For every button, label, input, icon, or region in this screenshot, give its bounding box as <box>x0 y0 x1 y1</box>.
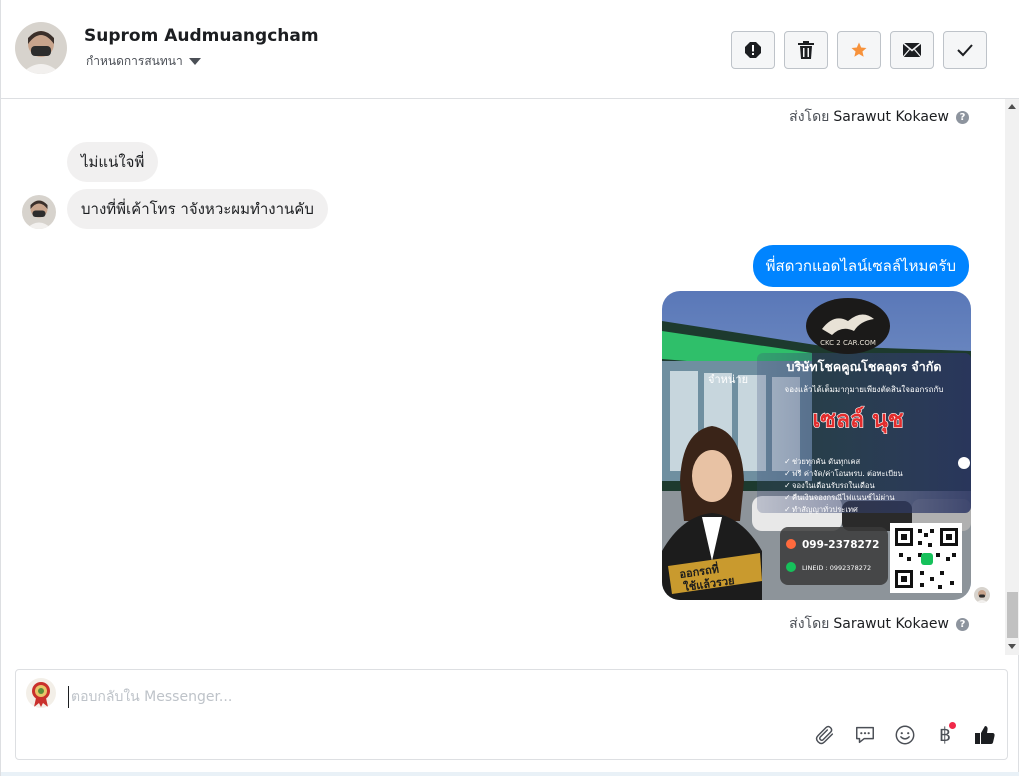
card-phone: 099-2378272 <box>802 539 879 551</box>
trash-icon <box>798 41 814 59</box>
attach-button[interactable] <box>813 723 837 747</box>
smiley-icon <box>895 725 915 745</box>
bottom-strip <box>1 772 1019 776</box>
thread-actions <box>731 31 987 69</box>
svg-text:✓: ✓ <box>784 457 791 466</box>
question-icon[interactable]: ? <box>956 617 969 631</box>
page-avatar <box>26 678 56 708</box>
star-icon <box>851 42 867 57</box>
messenger-inbox-thread: Suprom Audmuangcham กำหนดการสนทนา ส่งโดย… <box>0 0 1019 776</box>
sent-by-label-top: ส่งโดย Sarawut Kokaew ? <box>789 106 969 128</box>
like-button[interactable] <box>973 723 997 747</box>
scroll-up-arrow-icon[interactable] <box>1008 104 1016 109</box>
reply-composer: ฿ <box>15 669 1008 760</box>
delete-button[interactable] <box>784 31 828 69</box>
mark-unread-button[interactable] <box>890 31 934 69</box>
incoming-message[interactable]: ไม่แน่ใจพี่ <box>67 142 159 182</box>
contact-name[interactable]: Suprom Audmuangcham <box>84 26 319 46</box>
emoji-button[interactable] <box>893 723 917 747</box>
card-bullet: ฟรี ค่าจัด/ค่าโอนพรบ. ต่อทะเบียน <box>792 469 903 478</box>
sender-name: Sarawut Kokaew <box>833 616 949 632</box>
scrollbar-thumb[interactable] <box>1007 592 1018 638</box>
sent-by-prefix: ส่งโดย <box>789 109 830 125</box>
check-icon <box>957 44 973 57</box>
thread-scrollbar[interactable] <box>1005 99 1019 655</box>
paperclip-icon <box>815 725 834 745</box>
sender-name: Sarawut Kokaew <box>833 109 949 125</box>
star-button[interactable] <box>837 31 881 69</box>
card-logo-text: CKC 2 CAR.COM <box>820 339 876 347</box>
conversation-settings-label: กำหนดการสนทนา <box>86 54 183 68</box>
card-bullet: ทำสัญญาทั่วประเทศ <box>792 504 858 514</box>
envelope-icon <box>903 43 921 57</box>
contact-avatar[interactable] <box>15 22 67 74</box>
conversation-settings-dropdown[interactable]: กำหนดการสนทนา <box>86 52 201 71</box>
card-tagline: จองแล้วได้เต็มมากุมายเพียงตัดสินใจออกรถก… <box>785 384 944 394</box>
svg-text:✓: ✓ <box>784 505 791 514</box>
svg-text:✓: ✓ <box>784 481 791 490</box>
report-button[interactable] <box>731 31 775 69</box>
card-sales-name: เซลล์ นุช <box>812 406 903 434</box>
card-company: บริษัทโชคคูณโชคอุดร จำกัด <box>787 359 942 375</box>
thread-header: Suprom Audmuangcham กำหนดการสนทนา <box>1 0 1019 99</box>
outgoing-message[interactable]: พี่สดวกแอดไลน์เซลล์ไหมครับ <box>752 245 969 287</box>
contact-avatar-small[interactable] <box>22 195 56 229</box>
sales-card-image[interactable]: CKC 2 CAR.COM จำหน่าย บริษัทโชคคูณโชคอุด… <box>662 291 971 600</box>
composer-tools: ฿ <box>813 722 997 747</box>
card-line-id: LINEID : 0992378272 <box>802 564 871 572</box>
saved-replies-button[interactable] <box>853 723 877 747</box>
thumbs-up-icon <box>975 726 995 744</box>
mark-done-button[interactable] <box>943 31 987 69</box>
seen-by-avatar <box>974 587 990 603</box>
sent-by-label-bottom: ส่งโดย Sarawut Kokaew ? <box>789 613 969 635</box>
notification-dot <box>949 722 956 729</box>
card-bullet: คืนเงินจองกรณีไฟแนนซ์ไม่ผ่าน <box>792 493 895 502</box>
card-bullet: จองในเดือนรับรถในเดือน <box>792 481 875 490</box>
question-icon[interactable]: ? <box>956 110 969 124</box>
svg-text:✓: ✓ <box>784 493 791 502</box>
svg-text:✓: ✓ <box>784 469 791 478</box>
payment-button[interactable]: ฿ <box>933 722 957 747</box>
chat-icon <box>856 726 874 744</box>
sent-by-prefix: ส่งโดย <box>789 616 830 632</box>
card-bullet: ช่วยทุกคัน ดันทุกเคส <box>792 457 861 466</box>
exclamation-icon <box>745 42 761 58</box>
incoming-message[interactable]: บางที่พี่เค้าโทร าจังหวะผมทำงานคับ <box>67 189 328 229</box>
scroll-down-arrow-icon[interactable] <box>1008 644 1016 649</box>
card-shop-sign: จำหน่าย <box>708 373 748 386</box>
caret-down-icon <box>188 58 201 65</box>
reply-input[interactable] <box>68 686 968 708</box>
